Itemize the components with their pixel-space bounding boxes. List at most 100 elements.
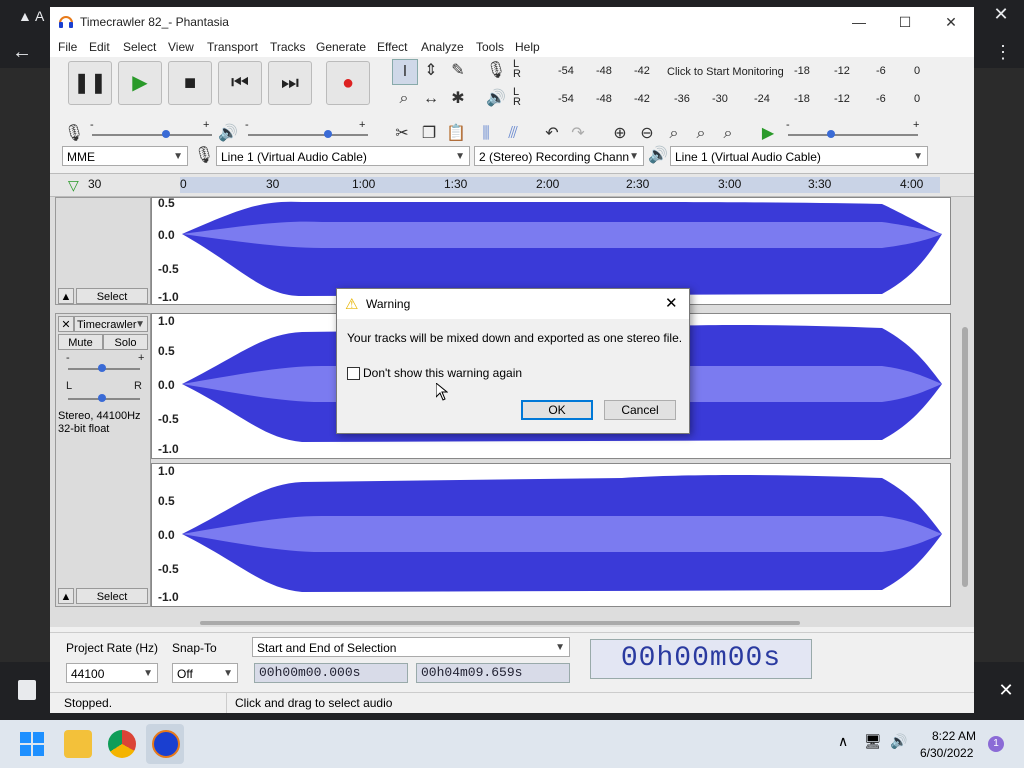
recording-channels-select[interactable]: 2 (Stereo) Recording Chann ▼ (474, 146, 644, 166)
copy-icon[interactable]: ❐ (417, 122, 441, 146)
waveform-track-2-right[interactable]: 1.0 0.5 0.0 -0.5 -1.0 (151, 463, 951, 607)
fit-project-icon[interactable]: ⌕ (689, 122, 713, 146)
pan-knob[interactable] (98, 394, 106, 402)
timeshift-tool-icon[interactable]: ↔ (419, 87, 443, 111)
chevron-up-icon[interactable]: ∧ (838, 733, 848, 750)
menu-help[interactable]: Help (515, 40, 540, 54)
play-meter-speaker-icon[interactable]: 🔊 (484, 87, 508, 111)
multi-tool-icon[interactable]: ✱ (446, 87, 470, 111)
record-meter[interactable]: -54 -48 -42 Click to Start Monitoring -1… (524, 59, 924, 81)
remote-background-left (0, 68, 50, 668)
kebab-menu-icon[interactable]: ⋮ (994, 40, 1012, 64)
file-explorer-icon[interactable] (64, 730, 92, 758)
document-icon[interactable] (18, 680, 36, 700)
menu-tracks[interactable]: Tracks (270, 40, 306, 54)
menu-select[interactable]: Select (123, 40, 156, 54)
selection-tool-icon[interactable]: I (392, 59, 418, 85)
trim-icon[interactable]: ⫼ (474, 122, 498, 146)
timeline-ruler[interactable]: ▽ 30 0 30 1:00 1:30 2:00 2:30 3:00 3:30 … (50, 173, 974, 197)
cut-icon[interactable]: ✂ (390, 122, 414, 146)
browser-close-icon[interactable]: ✕ (990, 4, 1012, 26)
audio-host-select[interactable]: MME ▼ (62, 146, 188, 166)
project-rate-select[interactable]: 44100 ▼ (66, 663, 158, 683)
track-close-icon[interactable]: ✕ (58, 316, 74, 332)
recording-device-select[interactable]: Line 1 (Virtual Audio Cable) ▼ (216, 146, 470, 166)
draw-tool-icon[interactable]: ✎ (446, 59, 470, 83)
clock-time[interactable]: 8:22 AM (932, 729, 976, 743)
notification-badge[interactable]: 1 (988, 736, 1004, 752)
selection-mode-select[interactable]: Start and End of Selection ▼ (252, 637, 570, 657)
gain-knob[interactable] (98, 364, 106, 372)
vertical-scrollbar[interactable] (962, 327, 968, 587)
network-icon[interactable]: 🖥 (864, 733, 882, 750)
play-speed-slider[interactable] (788, 134, 918, 136)
record-volume-slider[interactable] (92, 134, 212, 136)
ok-button[interactable]: OK (521, 400, 593, 420)
snap-to-label: Snap-To (172, 641, 217, 655)
menu-file[interactable]: File (58, 40, 77, 54)
chrome-icon[interactable] (108, 730, 136, 758)
audio-app-icon[interactable] (152, 730, 180, 758)
select-track-button[interactable]: Select (76, 588, 148, 604)
playback-volume-knob[interactable] (324, 130, 332, 138)
close-icon[interactable]: ✕ (928, 7, 974, 37)
clock-date[interactable]: 6/30/2022 (920, 746, 973, 760)
zoom-in-icon[interactable]: ⊕ (608, 122, 632, 146)
volume-icon[interactable]: 🔊 (890, 733, 907, 750)
playback-device-select[interactable]: Line 1 (Virtual Audio Cable) ▼ (670, 146, 928, 166)
collapse-icon[interactable]: ▲ (58, 288, 74, 304)
menu-transport[interactable]: Transport (207, 40, 258, 54)
dialog-close-icon[interactable]: ✕ (665, 294, 678, 312)
menu-analyze[interactable]: Analyze (421, 40, 464, 54)
fit-selection-icon[interactable]: ⌕ (662, 122, 686, 146)
zoom-toggle-icon[interactable]: ⌕ (716, 122, 740, 146)
gain-plus: + (138, 352, 145, 364)
skip-end-button[interactable]: ⏭ (268, 61, 312, 105)
warning-dialog: ⚠ Warning ✕ Your tracks will be mixed do… (336, 288, 690, 434)
silence-icon[interactable]: ⫻ (501, 122, 525, 146)
redo-icon[interactable]: ↷ (566, 122, 590, 146)
pause-button[interactable]: ❚❚ (68, 61, 112, 105)
back-arrow-icon[interactable]: ← (10, 40, 34, 64)
menu-edit[interactable]: Edit (89, 40, 110, 54)
selection-end-time[interactable]: 00h04m09.659s (416, 663, 570, 683)
play-at-speed-icon[interactable]: ▶ (756, 122, 780, 146)
select-track-button[interactable]: Select (76, 288, 148, 304)
selection-start-time[interactable]: 00h00m00.000s (254, 663, 408, 683)
playback-volume-slider[interactable] (248, 134, 368, 136)
pin-playhead-icon[interactable]: ▽ (68, 177, 79, 194)
record-button[interactable]: ● (326, 61, 370, 105)
minimize-icon[interactable]: — (836, 7, 882, 37)
play-meter-lr: LR (513, 86, 521, 108)
paste-icon[interactable]: 📋 (444, 122, 468, 146)
cancel-button[interactable]: Cancel (604, 400, 676, 420)
play-meter[interactable]: -54 -48 -42 -36 -30 -24 -18 -12 -6 0 (524, 87, 924, 109)
zoom-out-icon[interactable]: ⊖ (635, 122, 659, 146)
dont-show-checkbox[interactable] (347, 367, 360, 380)
collapse-icon[interactable]: ▲ (58, 588, 74, 604)
windows-start-icon[interactable] (20, 732, 44, 756)
mute-button[interactable]: Mute (58, 334, 103, 350)
envelope-tool-icon[interactable]: ⇕ (419, 59, 443, 83)
zoom-tool-icon[interactable]: ⌕ (392, 87, 416, 111)
menu-view[interactable]: View (168, 40, 194, 54)
menu-tools[interactable]: Tools (476, 40, 504, 54)
play-button[interactable]: ▶ (118, 61, 162, 105)
stop-button[interactable]: ■ (168, 61, 212, 105)
undo-icon[interactable]: ↶ (540, 122, 564, 146)
maximize-icon[interactable]: ☐ (882, 7, 928, 37)
audio-position-display[interactable]: 00h00m00s (590, 639, 812, 679)
track-name-menu[interactable]: Timecrawler ▼ (74, 316, 148, 332)
menu-effect[interactable]: Effect (377, 40, 407, 54)
skip-start-button[interactable]: ⏮ (218, 61, 262, 105)
menu-generate[interactable]: Generate (316, 40, 366, 54)
play-speed-knob[interactable] (827, 130, 835, 138)
pan-l: L (66, 380, 73, 392)
dialog-title: Warning (366, 297, 411, 311)
record-volume-knob[interactable] (162, 130, 170, 138)
close-panel-icon[interactable]: ✕ (996, 680, 1016, 700)
snap-to-select[interactable]: Off ▼ (172, 663, 238, 683)
horizontal-scrollbar[interactable] (200, 621, 800, 625)
solo-button[interactable]: Solo (103, 334, 148, 350)
record-meter-mic-icon[interactable]: 🎙 (484, 59, 508, 83)
